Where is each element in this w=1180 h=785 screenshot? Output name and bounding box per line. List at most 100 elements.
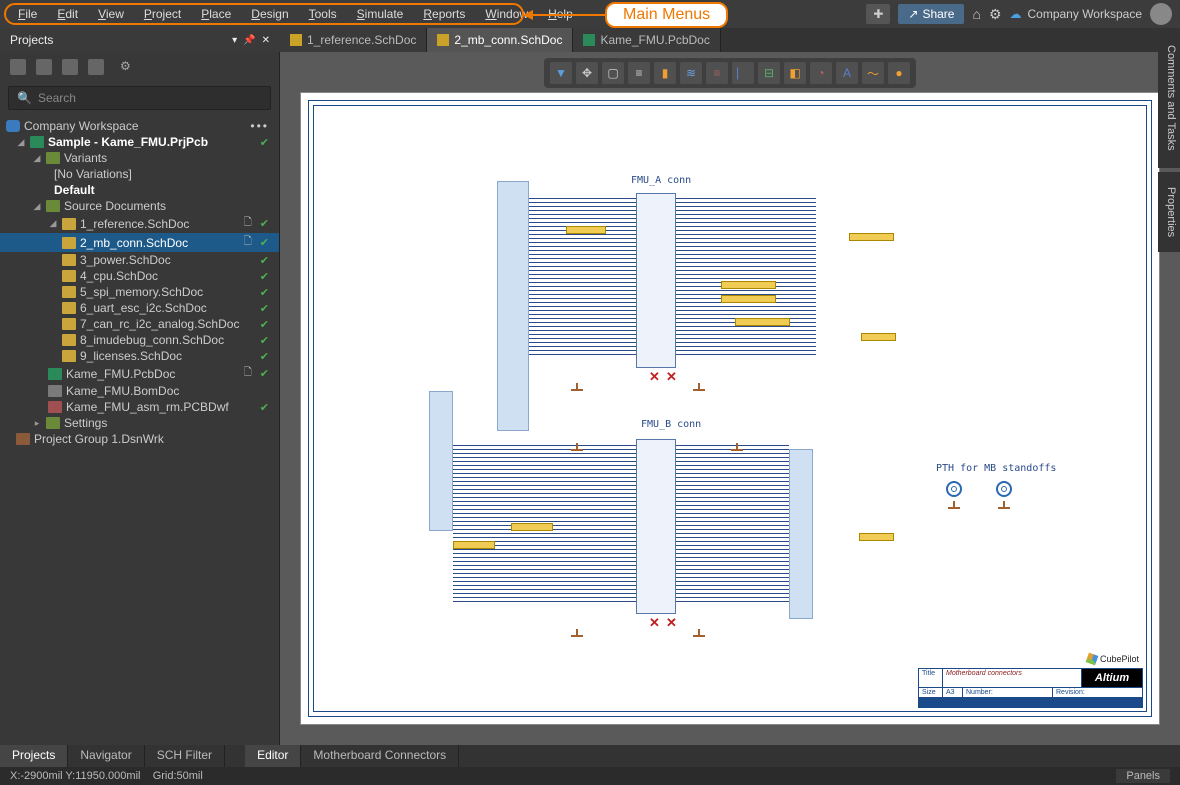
- panels-button[interactable]: Panels: [1116, 769, 1170, 783]
- tree-doc[interactable]: 3_power.SchDoc✔: [0, 252, 279, 268]
- folder-icon: [46, 152, 60, 164]
- menu-project[interactable]: Project: [134, 3, 191, 25]
- sheet-icon[interactable]: ◔: [810, 62, 832, 84]
- check-icon: ✔: [260, 318, 273, 331]
- expand-icon[interactable]: ◢: [32, 201, 42, 212]
- gear-icon[interactable]: ⚙: [989, 6, 1002, 23]
- projects-panel-header: Projects ▾ 📌 ✕: [0, 28, 280, 52]
- toolbar-btn-5[interactable]: ⚙: [120, 59, 131, 75]
- tree-doc[interactable]: 4_cpu.SchDoc✔: [0, 268, 279, 284]
- netlabel-icon[interactable]: ⎸: [732, 62, 754, 84]
- expand-icon[interactable]: ◢: [48, 218, 58, 229]
- tree-variants[interactable]: ◢Variants: [0, 150, 279, 166]
- check-icon: ✔: [260, 302, 273, 315]
- panel-dropdown-icon[interactable]: ▾: [232, 35, 237, 46]
- text-icon[interactable]: A: [836, 62, 858, 84]
- expand-icon[interactable]: ◢: [32, 153, 42, 164]
- expand-icon[interactable]: ▸: [32, 418, 42, 429]
- canvas[interactable]: FMU_A conn: [280, 52, 1180, 745]
- tree-pcbdwf[interactable]: Kame_FMU_asm_rm.PCBDwf✔: [0, 399, 279, 415]
- tree-project-group[interactable]: Project Group 1.DsnWrk: [0, 431, 279, 447]
- schdoc-icon: [62, 270, 76, 282]
- tree-project[interactable]: ◢Sample - Kame_FMU.PrjPcb✔: [0, 134, 279, 150]
- btab-editor[interactable]: Editor: [245, 745, 301, 767]
- toolbar-btn-2[interactable]: [36, 59, 52, 75]
- toolbar-btn-1[interactable]: [10, 59, 26, 75]
- tb-size-value: A3: [943, 688, 963, 697]
- page-icon: 🗋: [244, 234, 252, 251]
- btab-navigator[interactable]: Navigator: [68, 745, 144, 767]
- menu-reports[interactable]: Reports: [413, 3, 475, 25]
- schdoc-icon: [62, 302, 76, 314]
- tree-doc[interactable]: 2_mb_conn.SchDoc🗋✔: [0, 233, 279, 252]
- menu-design[interactable]: Design: [241, 3, 298, 25]
- tree-doc[interactable]: 9_licenses.SchDoc✔: [0, 348, 279, 364]
- page-icon: 🗋: [244, 215, 252, 232]
- check-icon: ✔: [260, 217, 273, 230]
- share-button[interactable]: ↗ Share: [898, 4, 964, 24]
- wires-b-right: [676, 445, 789, 605]
- menu-place[interactable]: Place: [191, 3, 241, 25]
- no-erc-mark: ✕: [649, 369, 660, 385]
- tree-doc[interactable]: 8_imudebug_conn.SchDoc✔: [0, 332, 279, 348]
- shape-icon[interactable]: ●: [888, 62, 910, 84]
- tree-no-variations[interactable]: [No Variations]: [0, 166, 279, 182]
- tree-pcbdoc[interactable]: Kame_FMU.PcbDoc🗋✔: [0, 364, 279, 383]
- drawing-icon[interactable]: ～: [862, 62, 884, 84]
- schematic-sheet[interactable]: FMU_A conn: [300, 92, 1160, 725]
- side-tab-comments[interactable]: Comments and Tasks: [1158, 28, 1180, 168]
- panel-close-icon[interactable]: ✕: [262, 35, 270, 46]
- expand-icon[interactable]: ◢: [16, 137, 26, 148]
- more-icon[interactable]: •••: [250, 119, 273, 133]
- bus-icon[interactable]: ≡: [706, 62, 728, 84]
- menu-simulate[interactable]: Simulate: [347, 3, 414, 25]
- panel-pin-icon[interactable]: 📌: [243, 35, 255, 46]
- menu-edit[interactable]: Edit: [47, 3, 88, 25]
- tree-doc[interactable]: ◢1_reference.SchDoc🗋✔: [0, 214, 279, 233]
- doc-tab-2[interactable]: 2_mb_conn.SchDoc: [427, 28, 573, 52]
- home-icon[interactable]: ⌂: [972, 6, 980, 22]
- tree-doc[interactable]: 6_uart_esc_i2c.SchDoc✔: [0, 300, 279, 316]
- tree-source-docs[interactable]: ◢Source Documents: [0, 198, 279, 214]
- check-icon: ✔: [260, 401, 273, 414]
- tree-bomdoc[interactable]: Kame_FMU.BomDoc: [0, 383, 279, 399]
- tree-default-variant[interactable]: Default: [0, 182, 279, 198]
- align-icon[interactable]: ≡: [628, 62, 650, 84]
- btab-mbconnectors[interactable]: Motherboard Connectors: [301, 745, 459, 767]
- doc-tab-3[interactable]: Kame_FMU.PcbDoc: [573, 28, 720, 52]
- btab-schfilter[interactable]: SCH Filter: [145, 745, 225, 767]
- toolbar-btn-3[interactable]: [62, 59, 78, 75]
- port-icon[interactable]: ⊟: [758, 62, 780, 84]
- toolbar-btn-4[interactable]: [88, 59, 104, 75]
- user-avatar[interactable]: [1150, 3, 1172, 25]
- menu-file[interactable]: File: [8, 3, 47, 25]
- draftsman-icon: [48, 401, 62, 413]
- cubepilot-icon: [1086, 653, 1099, 666]
- callout-label: Main Menus: [605, 2, 728, 28]
- side-tab-properties[interactable]: Properties: [1158, 172, 1180, 252]
- check-icon: ✔: [260, 136, 273, 149]
- doc-tab-1[interactable]: 1_reference.SchDoc: [280, 28, 427, 52]
- workspace-selector[interactable]: ☁ Company Workspace: [1010, 7, 1143, 21]
- btab-projects[interactable]: Projects: [0, 745, 68, 767]
- component-icon[interactable]: ▮: [654, 62, 676, 84]
- move-icon[interactable]: ✥: [576, 62, 598, 84]
- notification-icon[interactable]: ✚: [866, 4, 890, 24]
- tree-workspace[interactable]: Company Workspace•••: [0, 118, 279, 134]
- port-tag: [861, 333, 896, 341]
- harness-b2: [789, 449, 813, 619]
- wires-a-right: [676, 198, 816, 358]
- menu-view[interactable]: View: [88, 3, 134, 25]
- menu-tools[interactable]: Tools: [299, 3, 347, 25]
- tree-doc[interactable]: 5_spi_memory.SchDoc✔: [0, 284, 279, 300]
- select-icon[interactable]: ▢: [602, 62, 624, 84]
- port-tag: [453, 541, 495, 549]
- filter-icon[interactable]: ▼: [550, 62, 572, 84]
- tree-settings[interactable]: ▸Settings: [0, 415, 279, 431]
- wire-icon[interactable]: ≋: [680, 62, 702, 84]
- search-input[interactable]: 🔍 Search: [8, 86, 271, 110]
- gnd-symbol: [571, 443, 583, 455]
- tree-doc[interactable]: 7_can_rc_i2c_analog.SchDoc✔: [0, 316, 279, 332]
- status-coords: X:-2900mil Y:11950.000mil: [10, 770, 140, 782]
- power-icon[interactable]: ◧: [784, 62, 806, 84]
